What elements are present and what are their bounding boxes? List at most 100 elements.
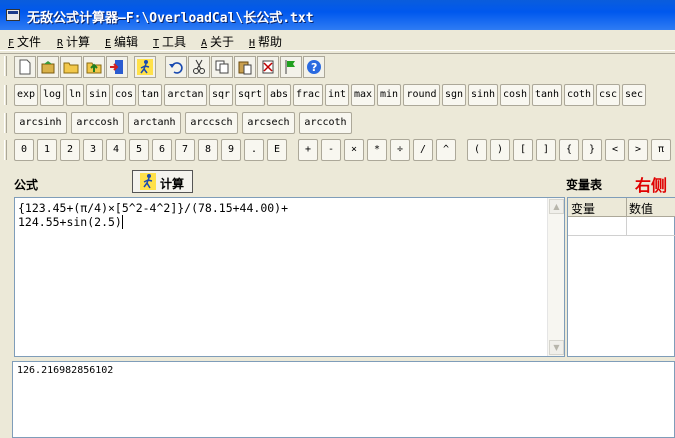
title-bar[interactable]: 无敌公式计算器—F:\OverloadCal\长公式.txt [0, 0, 675, 30]
function-button-6[interactable]: arctan [164, 84, 207, 106]
menu-about[interactable]: A 关于 [201, 33, 234, 50]
function-button-7[interactable]: sqr [209, 84, 233, 106]
editor-scrollbar[interactable]: ▲ ▼ [547, 198, 564, 356]
function-button-19[interactable]: coth [564, 84, 594, 106]
key-button-18[interactable]: ^ [436, 139, 456, 161]
key-button-1[interactable]: 1 [37, 139, 57, 161]
function-button-5[interactable]: arccoth [299, 112, 352, 134]
key-button-27[interactable]: π [651, 139, 671, 161]
key-button-17[interactable]: / [413, 139, 433, 161]
key-button-10[interactable]: . [244, 139, 264, 161]
paste-icon[interactable] [234, 56, 256, 78]
function-button-4[interactable]: cos [112, 84, 136, 106]
function-button-16[interactable]: sinh [468, 84, 498, 106]
function-button-1[interactable]: log [40, 84, 64, 106]
function-button-13[interactable]: min [377, 84, 401, 106]
flag-icon[interactable] [280, 56, 302, 78]
key-button-14[interactable]: × [344, 139, 364, 161]
toolbar-grip[interactable] [4, 56, 7, 76]
key-button-19[interactable]: ( [467, 139, 487, 161]
function-button-20[interactable]: csc [596, 84, 620, 106]
menu-help[interactable]: H 帮助 [249, 33, 282, 50]
function-button-5[interactable]: tan [138, 84, 162, 106]
scroll-down-icon[interactable]: ▼ [549, 340, 564, 355]
copy-icon[interactable] [211, 56, 233, 78]
function-button-0[interactable]: exp [14, 84, 38, 106]
toolbar-grip[interactable] [4, 85, 7, 105]
key-button-5[interactable]: 5 [129, 139, 149, 161]
column-separator[interactable] [626, 198, 627, 217]
function-button-2[interactable]: ln [66, 84, 84, 106]
function-button-3[interactable]: sin [86, 84, 110, 106]
table-row[interactable] [568, 217, 675, 236]
key-button-24[interactable]: } [582, 139, 602, 161]
run-man-icon[interactable] [134, 56, 156, 78]
function-button-3[interactable]: arccsch [185, 112, 238, 134]
folder-icon[interactable] [60, 56, 82, 78]
key-button-22[interactable]: ] [536, 139, 556, 161]
undo-icon[interactable] [165, 56, 187, 78]
key-button-23[interactable]: { [559, 139, 579, 161]
key-button-3[interactable]: 3 [83, 139, 103, 161]
cut-icon[interactable] [188, 56, 210, 78]
menu-file[interactable]: F 文件 [8, 33, 41, 50]
key-button-9[interactable]: 9 [221, 139, 241, 161]
function-button-12[interactable]: max [351, 84, 375, 106]
menu-edit[interactable]: E 编辑 [105, 33, 138, 50]
formula-text[interactable]: {123.45+(π/4)×[5^2-4^2]}/(78.15+44.00)+ … [18, 201, 288, 229]
function-button-15[interactable]: sgn [442, 84, 466, 106]
variable-table-label: 变量表 [566, 178, 603, 192]
key-button-21[interactable]: [ [513, 139, 533, 161]
calculate-button[interactable]: 计算 [132, 170, 193, 193]
key-button-26[interactable]: > [628, 139, 648, 161]
key-button-0[interactable]: 0 [14, 139, 34, 161]
new-file-icon[interactable] [14, 56, 36, 78]
key-button-8[interactable]: 8 [198, 139, 218, 161]
key-button-16[interactable]: ÷ [390, 139, 410, 161]
variable-table[interactable]: 变量 数值 [567, 197, 675, 357]
key-button-12[interactable]: + [298, 139, 318, 161]
function-button-14[interactable]: round [403, 84, 440, 106]
key-button-25[interactable]: < [605, 139, 625, 161]
help-icon[interactable]: ? [303, 56, 325, 78]
cell-separator [626, 217, 627, 236]
exit-door-icon[interactable] [106, 56, 128, 78]
function-button-10[interactable]: frac [293, 84, 323, 106]
function-button-0[interactable]: arcsinh [14, 112, 67, 134]
key-button-7[interactable]: 7 [175, 139, 195, 161]
right-side-label: 右侧 [635, 176, 668, 195]
key-button-20[interactable]: ) [490, 139, 510, 161]
scroll-up-icon[interactable]: ▲ [549, 199, 564, 214]
key-button-6[interactable]: 6 [152, 139, 172, 161]
function-button-4[interactable]: arcsech [242, 112, 295, 134]
function-button-2[interactable]: arctanh [128, 112, 181, 134]
function-button-11[interactable]: int [325, 84, 349, 106]
toolbar-grip[interactable] [4, 113, 7, 133]
column-value-header[interactable]: 数值 [629, 200, 653, 217]
folder-up-icon[interactable] [83, 56, 105, 78]
menu-file-key: F [8, 38, 15, 49]
column-name-header[interactable]: 变量 [571, 200, 595, 217]
variable-table-header: 变量 数值 [568, 198, 675, 217]
key-button-15[interactable]: * [367, 139, 387, 161]
function-button-1[interactable]: arccosh [71, 112, 124, 134]
key-button-2[interactable]: 2 [60, 139, 80, 161]
function-button-18[interactable]: tanh [532, 84, 562, 106]
key-button-4[interactable]: 4 [106, 139, 126, 161]
app-icon[interactable] [6, 9, 20, 21]
formula-editor[interactable]: {123.45+(π/4)×[5^2-4^2]}/(78.15+44.00)+ … [14, 197, 565, 357]
open-icon[interactable] [37, 56, 59, 78]
function-button-8[interactable]: sqrt [235, 84, 265, 106]
key-button-11[interactable]: E [267, 139, 287, 161]
function-button-17[interactable]: cosh [500, 84, 530, 106]
function-button-9[interactable]: abs [267, 84, 291, 106]
function-button-21[interactable]: sec [622, 84, 646, 106]
clear-icon[interactable] [257, 56, 279, 78]
text-caret [121, 215, 123, 229]
menu-calc[interactable]: R 计算 [57, 33, 90, 50]
menu-tools[interactable]: T 工具 [153, 33, 186, 50]
key-button-13[interactable]: - [321, 139, 341, 161]
result-output[interactable]: 126.216982856102 [12, 361, 675, 438]
menu-calc-key: R [57, 38, 64, 49]
toolbar-grip[interactable] [4, 140, 7, 160]
